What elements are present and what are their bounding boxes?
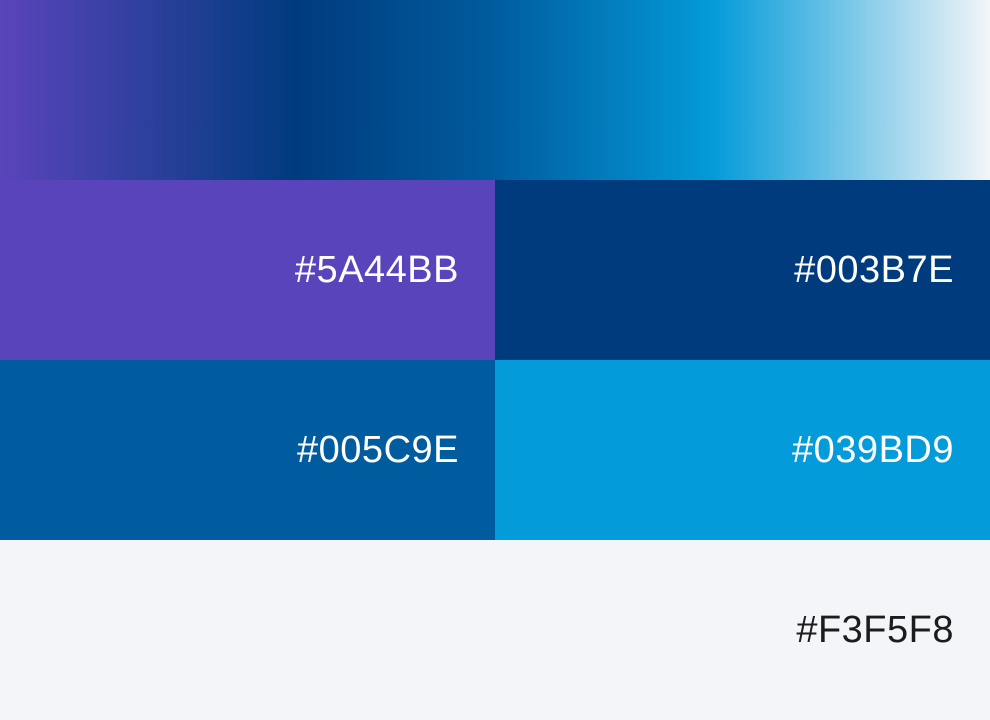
color-hex-label: #F3F5F8 <box>796 609 954 651</box>
color-swatch: #003B7E <box>495 180 990 360</box>
color-hex-label: #5A44BB <box>294 249 459 291</box>
color-palette: #5A44BB #003B7E #005C9E #039BD9 #F3F5F8 <box>0 0 990 720</box>
color-swatch: #5A44BB <box>0 180 495 360</box>
color-swatch: #039BD9 <box>495 360 990 540</box>
color-hex-label: #039BD9 <box>792 429 954 471</box>
gradient-preview-band <box>0 0 990 180</box>
color-hex-label: #003B7E <box>794 249 954 291</box>
color-swatch: #F3F5F8 <box>0 540 990 720</box>
color-hex-label: #005C9E <box>297 429 459 471</box>
color-swatch: #005C9E <box>0 360 495 540</box>
